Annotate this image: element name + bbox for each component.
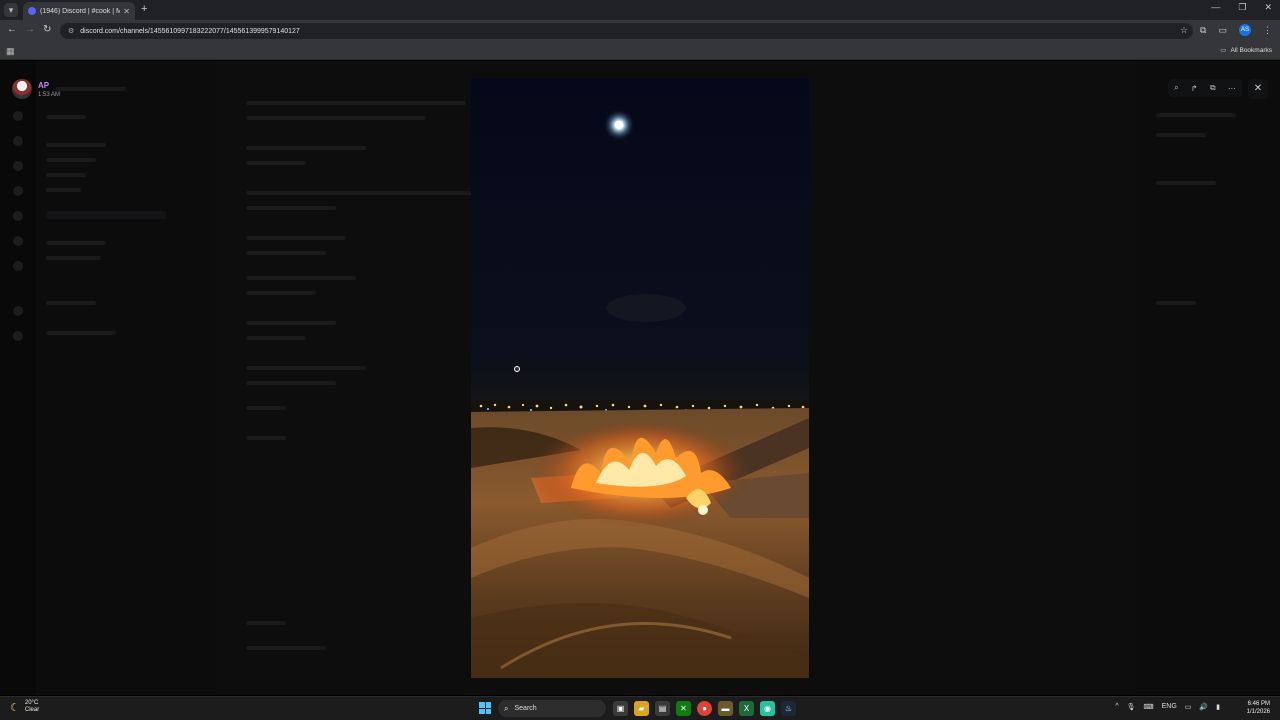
chrome-icon[interactable]: ● bbox=[697, 701, 712, 716]
url-text: discord.com/channels/1455610997183222077… bbox=[80, 27, 300, 35]
keyboard-icon[interactable]: ⌨ bbox=[1144, 703, 1154, 711]
pinned-apps: ▣ ▰ ▤ ✕ ● ▬ X ◉ ♨ bbox=[613, 701, 796, 716]
cast-icon[interactable]: ▭ bbox=[1218, 25, 1227, 36]
tab-title: (1946) Discord | #cook | MWV... bbox=[40, 7, 121, 15]
address-bar[interactable]: ⚙ discord.com/channels/14556109971832220… bbox=[60, 23, 1193, 39]
image-author: AP 1:53 AM bbox=[12, 79, 60, 99]
site-info-icon[interactable]: ⚙ bbox=[68, 27, 74, 35]
active-tab[interactable]: (1946) Discord | #cook | MWV... ✕ bbox=[23, 2, 135, 20]
tray-chevron-icon[interactable]: ^ bbox=[1115, 703, 1118, 711]
profile-avatar[interactable]: AS bbox=[1239, 24, 1251, 36]
restore-icon[interactable]: ❐ bbox=[1238, 2, 1246, 13]
window-close-icon[interactable]: ✕ bbox=[1264, 2, 1272, 13]
system-tray: ^ 🎙 ⌨ ENG ▭ 🔊 ▮ bbox=[1115, 703, 1220, 711]
taskbar-clock[interactable]: 6:46 PM 1/1/2026 bbox=[1247, 700, 1270, 716]
weather-widget[interactable]: ☾ 20°C Clear bbox=[10, 700, 39, 714]
tab-close-icon[interactable]: ✕ bbox=[123, 7, 130, 16]
excel-icon[interactable]: X bbox=[739, 701, 754, 716]
xbox-icon[interactable]: ✕ bbox=[676, 701, 691, 716]
all-bookmarks[interactable]: ▭ All Bookmarks bbox=[1220, 46, 1272, 54]
author-timestamp: 1:53 AM bbox=[38, 91, 61, 98]
discord-favicon-icon bbox=[28, 7, 36, 15]
reload-icon[interactable]: ↻ bbox=[43, 24, 51, 35]
browser-toolbar: ← → ↻ ⚙ discord.com/channels/14556109971… bbox=[0, 20, 1280, 42]
open-original-icon[interactable]: ⧉ bbox=[1210, 83, 1216, 93]
close-viewer-button[interactable]: ✕ bbox=[1248, 79, 1268, 99]
moon-weather-icon: ☾ bbox=[10, 701, 20, 714]
channel-sidebar bbox=[36, 61, 216, 695]
forward-share-icon[interactable]: ↱ bbox=[1191, 84, 1198, 93]
clock-time: 6:46 PM bbox=[1247, 701, 1270, 707]
taskbar-search[interactable]: ⌕ Search bbox=[498, 700, 606, 717]
apps-grid-icon[interactable]: ▦ bbox=[6, 46, 15, 57]
bookmarks-bar: ▦ ▭ All Bookmarks bbox=[0, 42, 1280, 60]
app-icon[interactable]: ▬ bbox=[718, 701, 733, 716]
zoom-icon[interactable]: ⌕ bbox=[1174, 83, 1178, 93]
tab-search-icon[interactable]: ▾ bbox=[4, 3, 18, 17]
task-view-icon[interactable]: ▣ bbox=[613, 701, 628, 716]
file-explorer-icon[interactable]: ▰ bbox=[634, 701, 649, 716]
toolbar-right: ☆ ⧉ ▭ AS ⋮ bbox=[1180, 24, 1272, 36]
search-icon: ⌕ bbox=[504, 703, 509, 713]
steam-icon[interactable]: ♨ bbox=[781, 701, 796, 716]
more-options-icon[interactable]: ⋯ bbox=[1228, 84, 1236, 93]
clock-date: 1/1/2026 bbox=[1246, 709, 1270, 715]
search-label: Search bbox=[514, 705, 537, 712]
bookmark-star-icon[interactable]: ☆ bbox=[1180, 25, 1188, 36]
weather-temperature: 20°C bbox=[24, 700, 39, 706]
language-indicator[interactable]: ENG bbox=[1162, 703, 1177, 711]
browser-tab-strip: ▾ (1946) Discord | #cook | MWV... ✕ + — … bbox=[0, 0, 1280, 20]
weather-description: Clear bbox=[24, 707, 40, 713]
browser-menu-icon[interactable]: ⋮ bbox=[1263, 25, 1272, 36]
volume-icon[interactable]: 🔊 bbox=[1199, 703, 1208, 711]
forward-icon[interactable]: → bbox=[25, 24, 35, 35]
window-controls: — ❐ ✕ bbox=[1211, 2, 1272, 13]
back-icon[interactable]: ← bbox=[7, 24, 17, 35]
member-list bbox=[1136, 61, 1280, 695]
store-icon[interactable]: ▤ bbox=[655, 701, 670, 716]
viewer-toolbar: ⌕ ↱ ⧉ ⋯ bbox=[1168, 79, 1242, 97]
author-name[interactable]: AP bbox=[38, 81, 60, 90]
all-bookmarks-label: All Bookmarks bbox=[1230, 47, 1272, 54]
new-tab-icon[interactable]: + bbox=[141, 3, 147, 15]
app-green-icon[interactable]: ◉ bbox=[760, 701, 775, 716]
microphone-icon[interactable]: 🎙 bbox=[1127, 703, 1136, 711]
network-icon[interactable]: ▭ bbox=[1185, 703, 1192, 711]
folder-icon: ▭ bbox=[1220, 47, 1227, 54]
battery-icon[interactable]: ▮ bbox=[1216, 703, 1220, 711]
mouse-cursor bbox=[514, 366, 520, 372]
extensions-icon[interactable]: ⧉ bbox=[1200, 25, 1206, 36]
server-rail bbox=[0, 61, 36, 695]
windows-start-icon[interactable] bbox=[479, 702, 491, 714]
minimize-icon[interactable]: — bbox=[1211, 2, 1220, 13]
campfire-photo[interactable] bbox=[471, 78, 809, 678]
windows-taskbar: ☾ 20°C Clear ⌕ Search ▣ ▰ ▤ ✕ ● ▬ X ◉ ♨ … bbox=[0, 696, 1280, 720]
author-avatar[interactable] bbox=[12, 79, 32, 99]
